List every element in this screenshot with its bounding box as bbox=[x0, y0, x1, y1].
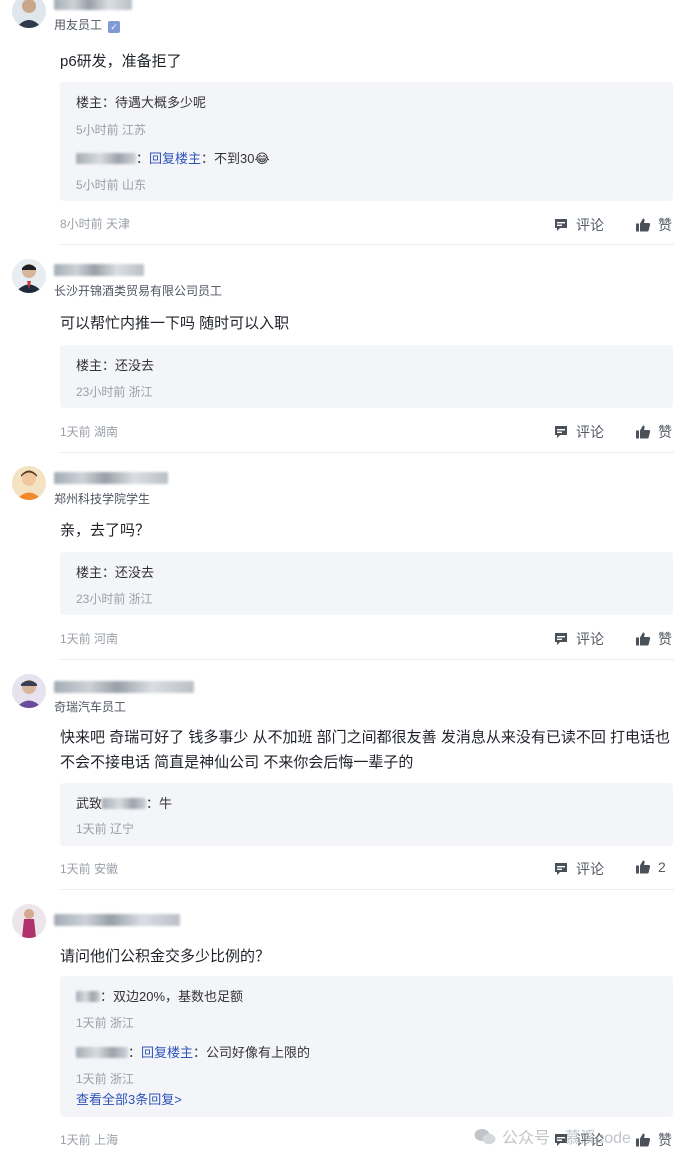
comment-item: 郑州科技学院学生 亲，去了吗？ 楼主：还没去 23小时前 浙江 1天前 河南 评… bbox=[0, 466, 692, 661]
comment-button[interactable]: 评论 bbox=[553, 629, 604, 650]
reply-line: 楼主：还没去 bbox=[76, 358, 155, 373]
wechat-icon bbox=[474, 1128, 496, 1146]
comment-meta: 1天前 河南 bbox=[60, 632, 119, 646]
reply-meta: 5小时前 山东 bbox=[76, 178, 147, 192]
comment-text: 请问他们公积金交多少比例的？ bbox=[60, 948, 271, 965]
like-button[interactable]: 2 bbox=[635, 859, 666, 878]
reply-line: ：双边20%，基数也足额 bbox=[76, 986, 243, 1005]
thumbs-up-icon bbox=[635, 1132, 651, 1151]
reply-text: 公司好像有上限的 bbox=[206, 1045, 311, 1060]
verified-badge-icon: ✓ bbox=[108, 21, 121, 33]
comment-text: 可以帮忙内推一下吗 随时可以入职 bbox=[60, 315, 290, 332]
like-button[interactable]: 赞 bbox=[635, 1130, 672, 1151]
like-button[interactable]: 赞 bbox=[635, 629, 672, 650]
username-redacted[interactable] bbox=[54, 0, 132, 10]
reply-line: ：回复楼主：公司好像有上限的 bbox=[76, 1042, 310, 1061]
user-org: 长沙开锦酒类贸易有限公司员工 bbox=[54, 284, 223, 298]
divider bbox=[60, 452, 674, 453]
reply-author[interactable]: 楼主 bbox=[76, 95, 102, 110]
reply-text: 双边20%，基数也足额 bbox=[113, 989, 244, 1004]
reply-to-link[interactable]: 回复楼主 bbox=[141, 1045, 193, 1060]
comment-meta: 1天前 上海 bbox=[60, 1133, 119, 1147]
comment-icon bbox=[553, 424, 569, 443]
username-redacted[interactable] bbox=[54, 681, 194, 693]
comment-item: 用友员工 ✓ p6研发，准备拒了 楼主：待遇大概多少呢 5小时前 江苏 ：回复楼主… bbox=[0, 0, 692, 245]
username-redacted[interactable] bbox=[54, 914, 180, 926]
reply-meta: 1天前 浙江 bbox=[76, 1072, 135, 1086]
reply-box[interactable]: 武致 ：牛 1天前 辽宁 bbox=[60, 783, 673, 846]
comment-meta: 8小时前 天津 bbox=[60, 217, 131, 231]
reply-author-redacted[interactable] bbox=[76, 991, 100, 1002]
reply-author-redacted[interactable] bbox=[102, 798, 147, 809]
reply-text: 还没去 bbox=[115, 358, 155, 373]
user-org: 郑州科技学院学生 bbox=[54, 492, 151, 506]
reply-text: 还没去 bbox=[115, 565, 155, 580]
comment-button[interactable]: 评论 bbox=[553, 422, 604, 443]
reply-author-redacted[interactable] bbox=[76, 153, 136, 164]
divider bbox=[60, 244, 674, 245]
like-button[interactable]: 赞 bbox=[635, 215, 672, 236]
user-avatar[interactable] bbox=[12, 466, 46, 500]
reply-box[interactable]: ：双边20%，基数也足额 1天前 浙江 ：回复楼主：公司好像有上限的 1天前 浙… bbox=[60, 976, 673, 1117]
reply-line: 武致 ：牛 bbox=[76, 796, 173, 811]
user-org: 奇瑞汽车员工 bbox=[54, 700, 127, 714]
reply-author[interactable]: 楼主 bbox=[76, 358, 102, 373]
reply-line: ：回复楼主：不到30😂 bbox=[76, 148, 270, 167]
reply-meta: 1天前 浙江 bbox=[76, 1016, 135, 1030]
view-all-replies-link[interactable]: 查看全部3条回复> bbox=[76, 1089, 182, 1108]
reply-author-redacted[interactable] bbox=[76, 1047, 128, 1058]
reply-meta: 23小时前 浙江 bbox=[76, 592, 153, 606]
user-org: 用友员工 ✓ bbox=[54, 16, 121, 33]
comment-text: 快来吧 奇瑞可好了 钱多事少 从不加班 部门之间都很友善 发消息从来没有已读不回… bbox=[60, 729, 671, 771]
username-redacted[interactable] bbox=[54, 472, 168, 484]
reply-to-link[interactable]: 回复楼主 bbox=[149, 151, 201, 166]
comment-text: 亲，去了吗？ bbox=[60, 522, 151, 539]
reply-meta: 23小时前 浙江 bbox=[76, 385, 153, 399]
divider bbox=[60, 659, 674, 660]
comment-button[interactable]: 评论 bbox=[553, 859, 604, 880]
comment-item: 奇瑞汽车员工 快来吧 奇瑞可好了 钱多事少 从不加班 部门之间都很友善 发消息从… bbox=[0, 674, 692, 890]
comment-icon bbox=[553, 217, 569, 236]
user-avatar[interactable] bbox=[12, 674, 46, 708]
reply-meta: 5小时前 江苏 bbox=[76, 123, 147, 137]
reply-author[interactable]: 楼主 bbox=[76, 565, 102, 580]
comment-meta: 1天前 湖南 bbox=[60, 425, 119, 439]
reply-box[interactable]: 楼主：待遇大概多少呢 5小时前 江苏 ：回复楼主：不到30😂 5小时前 山东 bbox=[60, 82, 673, 201]
comment-icon bbox=[553, 861, 569, 880]
comment-icon bbox=[553, 631, 569, 650]
thumbs-up-icon bbox=[635, 424, 651, 443]
comment-text: p6研发，准备拒了 bbox=[60, 53, 182, 70]
reply-author[interactable]: 武致 bbox=[76, 796, 102, 811]
user-avatar[interactable] bbox=[12, 904, 46, 938]
reply-meta: 1天前 辽宁 bbox=[76, 822, 135, 836]
reply-text: 牛 bbox=[159, 796, 173, 811]
user-avatar[interactable] bbox=[12, 259, 46, 293]
like-button[interactable]: 赞 bbox=[635, 422, 672, 443]
reply-text: 待遇大概多少呢 bbox=[115, 95, 207, 110]
username-redacted[interactable] bbox=[54, 264, 144, 276]
reply-line: 楼主：还没去 bbox=[76, 565, 155, 580]
watermark: 公众号 · 慕溪code bbox=[474, 1124, 631, 1148]
comment-button[interactable]: 评论 bbox=[553, 215, 604, 236]
user-avatar[interactable] bbox=[12, 0, 46, 28]
comment-meta: 1天前 安徽 bbox=[60, 862, 119, 876]
reply-box[interactable]: 楼主：还没去 23小时前 浙江 bbox=[60, 345, 673, 408]
thumbs-up-icon bbox=[635, 217, 651, 236]
comment-item: 长沙开锦酒类贸易有限公司员工 可以帮忙内推一下吗 随时可以入职 楼主：还没去 2… bbox=[0, 259, 692, 454]
thumbs-up-icon bbox=[635, 859, 651, 878]
reply-text: 不到30😂 bbox=[214, 151, 270, 166]
thumbs-up-icon bbox=[635, 631, 651, 650]
reply-line: 楼主：待遇大概多少呢 bbox=[76, 95, 207, 110]
reply-box[interactable]: 楼主：还没去 23小时前 浙江 bbox=[60, 552, 673, 615]
divider bbox=[60, 889, 674, 890]
